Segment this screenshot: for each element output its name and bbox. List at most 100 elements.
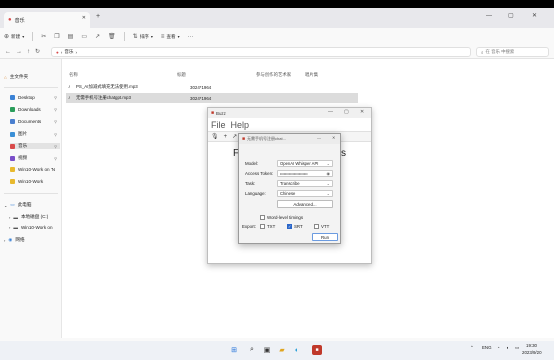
- sidebar-item-label: 本地磁盘 (C:): [20, 214, 49, 219]
- file-row[interactable]: ♪ PS_AI加减式填充无法使用.mp3 3024*1964: [66, 82, 358, 92]
- copy-icon[interactable]: ❐: [54, 33, 59, 40]
- sort-icon: ⇅: [132, 34, 138, 40]
- delete-icon[interactable]: 🗑: [108, 33, 116, 40]
- sort-button[interactable]: ⇅ 排序 ▾: [132, 33, 153, 41]
- network-icon[interactable]: ◔: [497, 345, 500, 350]
- menu-help[interactable]: Help: [231, 120, 250, 130]
- maximize-icon[interactable]: ▢: [508, 12, 514, 19]
- advanced-button[interactable]: Advanced...: [277, 200, 333, 208]
- clock-time[interactable]: 19:30: [526, 343, 537, 348]
- address-bar[interactable]: ● › 音乐 ›: [51, 47, 471, 57]
- add-file-icon[interactable]: +: [224, 134, 228, 140]
- column-header-artist[interactable]: 参与创作的艺术家: [256, 72, 291, 78]
- task-select[interactable]: Transcribe ⌄: [277, 180, 333, 187]
- explorer-titlebar: ● 音乐 ✕ + — ▢ ✕: [0, 8, 554, 28]
- column-header-title[interactable]: 标题: [177, 72, 186, 78]
- file-row-selected[interactable]: ♪ 无需手机号注册chatgpt.mp3 3024*1964: [66, 93, 358, 103]
- sidebar-item-drive-c[interactable]: › ▬ 本地磁盘 (C:): [9, 214, 48, 220]
- sidebar-item-label: Win10-Work on 'N: [18, 167, 56, 172]
- sidebar-item-network-drive[interactable]: › ▬ Win10-Work on: [9, 225, 53, 230]
- more-options-icon[interactable]: ···: [188, 34, 194, 40]
- explorer-toolbar: ⊕ 新建 ▾ ✂ ❐ ▤ ▭ ↗ 🗑 ⇅ 排序 ▾ ≡ 查看 ▾ ···: [0, 28, 554, 45]
- sidebar-item-network[interactable]: › ◉ 网络: [4, 237, 25, 243]
- sidebar-divider: [4, 87, 58, 88]
- column-header-album[interactable]: 唱片集: [305, 72, 318, 78]
- sidebar-item-quick[interactable]: Win10-Work: [10, 179, 60, 184]
- folder-icon: [10, 95, 15, 100]
- model-select[interactable]: OpenAI Whisper API ⌄: [277, 160, 333, 167]
- sidebar-item-quick[interactable]: Desktop ⚲: [10, 95, 60, 100]
- clock-date[interactable]: 2023/9/20: [522, 350, 542, 355]
- back-arrow-icon[interactable]: ←: [5, 49, 11, 55]
- chevron-down-icon: ▾: [177, 34, 180, 39]
- access-token-field[interactable]: •••••••••••••••••••••• ◉: [277, 170, 333, 177]
- word-level-timings-checkbox[interactable]: [260, 215, 265, 220]
- maximize-icon[interactable]: ▢: [344, 109, 349, 115]
- sidebar-item-quick[interactable]: 图片 ⚲: [10, 131, 60, 137]
- export-srt-checkbox[interactable]: ✓: [287, 224, 292, 229]
- sidebar-item-label: Win10-Work on: [20, 225, 53, 230]
- sidebar-item-quick[interactable]: 视频 ⚲: [10, 155, 60, 161]
- run-button[interactable]: Run: [312, 233, 338, 241]
- close-window-icon[interactable]: ✕: [360, 109, 364, 115]
- volume-icon[interactable]: ◖: [506, 345, 509, 350]
- input-language[interactable]: ENG: [482, 345, 492, 350]
- export-vtt-checkbox[interactable]: [314, 224, 319, 229]
- view-button[interactable]: ≡ 查看 ▾: [161, 34, 180, 40]
- minimize-icon[interactable]: —: [486, 13, 492, 19]
- buzz-app-icon: ■: [211, 110, 215, 116]
- file-explorer-icon[interactable]: ▰: [277, 345, 287, 355]
- model-label: Model:: [245, 161, 259, 166]
- start-icon[interactable]: ⊞: [229, 345, 239, 355]
- buzz-taskbar-icon[interactable]: ■: [312, 345, 322, 355]
- search-icon[interactable]: ⌕: [247, 345, 257, 355]
- open-icon[interactable]: ↗: [232, 133, 237, 140]
- pin-icon: ⚲: [54, 95, 57, 100]
- microphone-icon[interactable]: 🎙: [211, 133, 219, 140]
- paste-icon[interactable]: ▤: [68, 33, 74, 40]
- minimize-icon[interactable]: —: [328, 109, 333, 115]
- pin-icon: ⚲: [54, 107, 57, 112]
- audio-file-icon: ♪: [68, 95, 71, 101]
- forward-arrow-icon[interactable]: →: [16, 49, 22, 55]
- chevron-down-icon: ▾: [150, 34, 153, 39]
- cut-icon[interactable]: ✂: [41, 33, 46, 40]
- battery-icon[interactable]: ▭: [515, 345, 519, 351]
- dialog-title: 无需手机号注册chat...: [247, 136, 286, 141]
- access-token-value: ••••••••••••••••••••••: [280, 171, 308, 176]
- up-arrow-icon[interactable]: ↑: [27, 49, 30, 55]
- column-header-name[interactable]: 名称: [69, 72, 78, 78]
- search-input[interactable]: ⌕ 在 音乐 中搜索: [476, 47, 549, 57]
- refresh-icon[interactable]: ↻: [35, 48, 40, 55]
- task-view-icon[interactable]: ▣: [262, 345, 272, 355]
- new-button[interactable]: ⊕ 新建 ▾: [4, 33, 24, 41]
- toolbar-divider: [32, 32, 34, 41]
- edge-icon[interactable]: ◐: [292, 345, 302, 355]
- menu-file[interactable]: File: [211, 120, 226, 130]
- transcription-dialog: ■ 无需手机号注册chat... — ✕ Model: OpenAI Whisp…: [238, 133, 341, 244]
- tray-chevron-icon[interactable]: ⌃: [470, 345, 474, 351]
- sidebar-item-home[interactable]: ⌂ 主文件夹: [4, 74, 28, 80]
- share-icon[interactable]: ↗: [95, 33, 100, 40]
- show-password-icon[interactable]: ◉: [327, 171, 331, 176]
- explorer-tab[interactable]: ● 音乐 ✕: [4, 12, 90, 28]
- folder-icon: [10, 119, 15, 124]
- language-select[interactable]: Chinese ⌄: [277, 190, 333, 197]
- sidebar-item-quick[interactable]: 音乐 ⚲: [10, 143, 60, 149]
- sidebar-item-label: 视频: [18, 155, 28, 160]
- folder-icon: [10, 167, 15, 172]
- close-window-icon[interactable]: ✕: [332, 135, 335, 140]
- close-window-icon[interactable]: ✕: [532, 12, 537, 19]
- sidebar-item-quick[interactable]: Win10-Work on 'N: [10, 167, 60, 172]
- rename-icon[interactable]: ▭: [81, 33, 87, 40]
- chevron-right-icon: ›: [4, 237, 6, 243]
- sidebar-item-quick[interactable]: Documents ⚲: [10, 119, 60, 124]
- close-tab-icon[interactable]: ✕: [82, 15, 86, 21]
- sidebar-item-quick[interactable]: Downloads ⚲: [10, 107, 60, 112]
- export-txt-checkbox[interactable]: [260, 224, 265, 229]
- new-tab-icon[interactable]: +: [96, 13, 100, 20]
- address-row: ← → ↑ ↻ ● › 音乐 › ⌕ 在 音乐 中搜索: [0, 45, 554, 59]
- minimize-icon[interactable]: —: [317, 135, 321, 140]
- sidebar-item-this-pc[interactable]: ⌄ ▭ 此电脑: [4, 202, 32, 208]
- network-drive-icon: ▬: [13, 225, 18, 230]
